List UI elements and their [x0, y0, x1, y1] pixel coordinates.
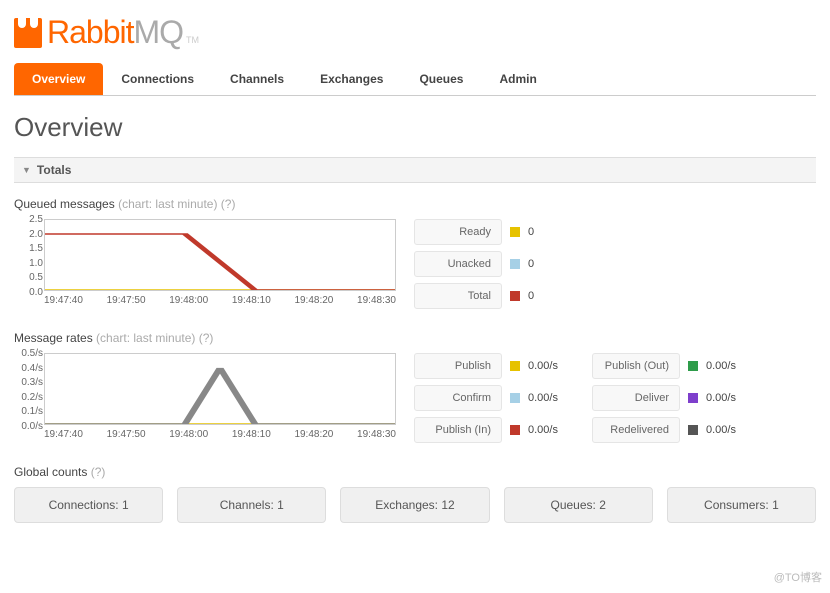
section-totals-label: Totals — [37, 163, 71, 177]
watermark: @TO博客 — [774, 569, 822, 585]
logo-rabbit: Rabbit — [47, 14, 134, 50]
legend-publish-out-val: 0.00/s — [706, 360, 752, 372]
help-icon[interactable]: (?) — [221, 197, 236, 211]
tab-overview[interactable]: Overview — [14, 63, 103, 95]
help-icon[interactable]: (?) — [91, 465, 106, 479]
logo: RabbitMQ TM — [14, 14, 816, 51]
legend-publish-in-val: 0.00/s — [528, 424, 574, 436]
legend-ready[interactable]: Ready — [414, 219, 502, 245]
queued-chart-svg — [45, 220, 395, 290]
legend-ready-val: 0 — [528, 226, 574, 238]
legend-total[interactable]: Total — [414, 283, 502, 309]
tab-channels[interactable]: Channels — [212, 63, 302, 95]
global-title: Global counts (?) — [14, 465, 816, 479]
help-icon[interactable]: (?) — [199, 331, 214, 345]
rates-chart-svg — [45, 354, 395, 424]
queued-row: 2.52.01.51.00.50.0 19:47:4019:47:5019:48… — [14, 219, 816, 309]
legend-publish-out[interactable]: Publish (Out) — [592, 353, 680, 379]
legend-redelivered[interactable]: Redelivered — [592, 417, 680, 443]
legend-unacked-val: 0 — [528, 258, 574, 270]
logo-text: RabbitMQ — [47, 14, 183, 51]
rabbit-icon — [14, 18, 42, 48]
rates-yticks: 0.5/s0.4/s0.3/s0.2/s0.1/s0.0/s — [17, 348, 43, 432]
page-title: Overview — [14, 112, 816, 143]
swatch-publish-in — [510, 425, 520, 435]
rates-legend-2: Publish (Out) 0.00/s Deliver 0.00/s Redeli… — [592, 353, 752, 443]
chevron-down-icon: ▼ — [22, 165, 31, 175]
legend-confirm[interactable]: Confirm — [414, 385, 502, 411]
global-channels[interactable]: Channels: 1 — [177, 487, 326, 523]
queued-title: Queued messages (chart: last minute) (?) — [14, 197, 816, 211]
legend-unacked[interactable]: Unacked — [414, 251, 502, 277]
rates-row: 0.5/s0.4/s0.3/s0.2/s0.1/s0.0/s 19:47:401… — [14, 353, 816, 443]
queued-legend: Ready 0 Unacked 0 Total 0 — [414, 219, 574, 309]
legend-publish-val: 0.00/s — [528, 360, 574, 372]
global-queues[interactable]: Queues: 2 — [504, 487, 653, 523]
rates-chart: 0.5/s0.4/s0.3/s0.2/s0.1/s0.0/s 19:47:401… — [14, 353, 396, 440]
nav-tabs: Overview Connections Channels Exchanges … — [14, 63, 816, 96]
queued-yticks: 2.52.01.51.00.50.0 — [17, 214, 43, 298]
swatch-total — [510, 291, 520, 301]
legend-confirm-val: 0.00/s — [528, 392, 574, 404]
legend-total-val: 0 — [528, 290, 574, 302]
legend-deliver[interactable]: Deliver — [592, 385, 680, 411]
global-connections[interactable]: Connections: 1 — [14, 487, 163, 523]
legend-deliver-val: 0.00/s — [706, 392, 752, 404]
logo-mq: MQ — [134, 14, 184, 50]
swatch-unacked — [510, 259, 520, 269]
tab-exchanges[interactable]: Exchanges — [302, 63, 401, 95]
tab-queues[interactable]: Queues — [401, 63, 481, 95]
queued-chart: 2.52.01.51.00.50.0 19:47:4019:47:5019:48… — [14, 219, 396, 306]
section-totals-toggle[interactable]: ▼ Totals — [14, 157, 816, 183]
rates-xticks: 19:47:4019:47:5019:48:0019:48:1019:48:20… — [44, 429, 396, 440]
legend-redelivered-val: 0.00/s — [706, 424, 752, 436]
rates-legend-1: Publish 0.00/s Confirm 0.00/s Publish (In)… — [414, 353, 574, 443]
swatch-deliver — [688, 393, 698, 403]
swatch-publish — [510, 361, 520, 371]
swatch-publish-out — [688, 361, 698, 371]
global-consumers[interactable]: Consumers: 1 — [667, 487, 816, 523]
legend-publish-in[interactable]: Publish (In) — [414, 417, 502, 443]
rates-title: Message rates (chart: last minute) (?) — [14, 331, 816, 345]
legend-publish[interactable]: Publish — [414, 353, 502, 379]
global-exchanges[interactable]: Exchanges: 12 — [340, 487, 489, 523]
tab-admin[interactable]: Admin — [481, 63, 554, 95]
queued-xticks: 19:47:4019:47:5019:48:0019:48:1019:48:20… — [44, 295, 396, 306]
swatch-confirm — [510, 393, 520, 403]
logo-tm: TM — [186, 35, 199, 45]
swatch-ready — [510, 227, 520, 237]
tab-connections[interactable]: Connections — [103, 63, 212, 95]
swatch-redelivered — [688, 425, 698, 435]
global-counts: Connections: 1 Channels: 1 Exchanges: 12… — [14, 487, 816, 523]
